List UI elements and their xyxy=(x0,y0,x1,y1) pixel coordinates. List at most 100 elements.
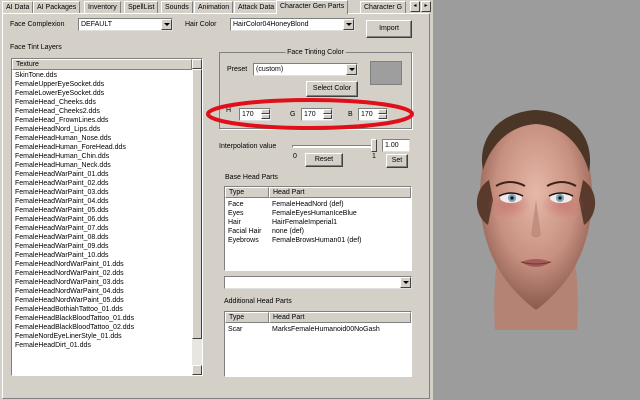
face-complexion-label: Face Complexion xyxy=(10,21,65,28)
texture-list-item[interactable]: SkinTone.dds xyxy=(12,71,192,80)
head-part-name-cell[interactable]: MarksFemaleHumanoid00NoGash xyxy=(272,325,410,334)
head-part-type-cell[interactable]: Scar xyxy=(228,325,268,334)
tab-character-gen-parts[interactable]: Character Gen Parts xyxy=(276,0,349,14)
arrow-left-icon: ◂ xyxy=(413,3,417,9)
head-part-name-cell[interactable]: FemaleEyesHumanIceBlue xyxy=(272,209,410,218)
face-tinting-color-title: Face Tinting Color xyxy=(285,48,346,57)
hair-color-value: HairColor04HoneyBlond xyxy=(233,21,309,28)
tab-scroll-left-button[interactable]: ◂ xyxy=(410,1,420,12)
face-tint-layers-scrollbar[interactable] xyxy=(192,59,202,375)
head-part-select[interactable] xyxy=(224,276,412,289)
head-part-column-header[interactable]: Head Part xyxy=(269,187,411,198)
tab-bar: AI Data AI Packages Inventory SpellList … xyxy=(0,0,432,14)
chevron-down-icon xyxy=(400,277,411,288)
tab-character-g[interactable]: Character G xyxy=(360,1,407,13)
head-part-type-cell[interactable]: Face xyxy=(228,200,268,209)
hair-color-select[interactable]: HairColor04HoneyBlond xyxy=(230,18,355,31)
face-tint-layers-list[interactable]: Texture SkinTone.dds FemaleUpperEyeSocket… xyxy=(11,58,203,376)
texture-list-item[interactable]: FemaleHeadWarPaint_01.dds xyxy=(12,170,192,179)
head-part-name-cell[interactable]: none (def) xyxy=(272,227,410,236)
texture-column-header[interactable]: Texture xyxy=(12,59,192,70)
texture-list-item[interactable]: FemaleHeadWarPaint_05.dds xyxy=(12,206,192,215)
texture-list-item[interactable]: FemaleNordEyeLinerStyle_01.dds xyxy=(12,332,192,341)
tab-attack-data[interactable]: Attack Data xyxy=(234,1,279,13)
slider-min-label: 0 xyxy=(293,153,297,160)
texture-list-item[interactable]: FemaleHeadHuman_Neck.dds xyxy=(12,161,192,170)
scroll-thumb[interactable] xyxy=(192,69,202,339)
interpolation-value-field[interactable]: 1.00 xyxy=(382,139,410,152)
highlight-ellipse xyxy=(206,98,414,130)
texture-list-item[interactable]: FemaleHeadBothiahTattoo_01.dds xyxy=(12,305,192,314)
interpolation-value: 1.00 xyxy=(385,142,399,149)
texture-list-item[interactable]: FemaleHeadWarPaint_09.dds xyxy=(12,242,192,251)
head-part-type-cell[interactable]: Hair xyxy=(228,218,268,227)
tab-ai-data[interactable]: AI Data xyxy=(2,1,34,13)
set-button[interactable]: Set xyxy=(386,154,408,168)
texture-list-item[interactable]: FemaleHead_Cheeks.dds xyxy=(12,98,192,107)
texture-list-item[interactable]: FemaleHeadNordWarPaint_01.dds xyxy=(12,260,192,269)
interpolation-slider-thumb[interactable] xyxy=(371,139,377,152)
texture-list-item[interactable]: FemaleHeadNordWarPaint_05.dds xyxy=(12,296,192,305)
import-button[interactable]: Import xyxy=(366,20,412,38)
texture-list-item[interactable]: FemaleHeadBlackBloodTattoo_02.dds xyxy=(12,323,192,332)
texture-list-item[interactable]: FemaleHeadNordWarPaint_03.dds xyxy=(12,278,192,287)
texture-list-item[interactable]: FemaleHeadWarPaint_06.dds xyxy=(12,215,192,224)
face-complexion-select[interactable]: DEFAULT xyxy=(78,18,173,31)
head-part-column-header[interactable]: Head Part xyxy=(269,312,411,323)
texture-list-item[interactable]: FemaleHeadNordWarPaint_04.dds xyxy=(12,287,192,296)
texture-list-item[interactable]: FemaleHeadWarPaint_04.dds xyxy=(12,197,192,206)
texture-rows: SkinTone.dds FemaleUpperEyeSocket.dds Fema… xyxy=(12,71,192,350)
reset-button[interactable]: Reset xyxy=(305,153,343,167)
texture-list-item[interactable]: FemaleHead_FrownLines.dds xyxy=(12,116,192,125)
tab-ai-packages[interactable]: AI Packages xyxy=(33,1,81,13)
texture-list-item[interactable]: FemaleHeadHuman_Chin.dds xyxy=(12,152,192,161)
type-column-header[interactable]: Type xyxy=(225,312,269,323)
scroll-down-button[interactable] xyxy=(192,365,202,375)
tab-spelllist[interactable]: SpellList xyxy=(124,1,159,13)
chevron-down-icon xyxy=(343,19,354,30)
head-part-name-cell[interactable]: FemaleHeadNord (def) xyxy=(272,200,410,209)
preset-value: (custom) xyxy=(256,66,284,73)
texture-list-item[interactable]: FemaleHeadHuman_Nose.dds xyxy=(12,134,192,143)
face-complexion-value: DEFAULT xyxy=(81,21,112,28)
texture-list-item[interactable]: FemaleHeadWarPaint_07.dds xyxy=(12,224,192,233)
face-tint-layers-label: Face Tint Layers xyxy=(10,44,62,51)
head-part-type-cell[interactable]: Eyebrows xyxy=(228,236,268,245)
head-part-name-cell[interactable]: HairFemaleImperial1 xyxy=(272,218,410,227)
scroll-up-button[interactable] xyxy=(192,59,202,69)
head-part-name-cell[interactable]: FemaleBrowsHuman01 (def) xyxy=(272,236,410,245)
base-head-parts-label: Base Head Parts xyxy=(225,174,278,181)
interpolation-slider-track[interactable] xyxy=(292,145,376,148)
tab-animation[interactable]: Animation xyxy=(194,1,234,13)
head-part-type-cell[interactable]: Facial Hair xyxy=(228,227,268,236)
texture-list-item[interactable]: FemaleUpperEyeSocket.dds xyxy=(12,80,192,89)
texture-list-item[interactable]: FemaleHeadHuman_ForeHead.dds xyxy=(12,143,192,152)
chevron-down-icon xyxy=(346,64,357,75)
texture-list-item[interactable]: FemaleHeadWarPaint_03.dds xyxy=(12,188,192,197)
texture-list-item[interactable]: FemaleHeadNordWarPaint_02.dds xyxy=(12,269,192,278)
type-column-header[interactable]: Type xyxy=(225,187,269,198)
tab-inventory[interactable]: Inventory xyxy=(84,1,121,13)
additional-head-parts-table[interactable]: Type Head Part Scar MarksFemaleHumanoid00… xyxy=(224,311,412,377)
texture-list-item[interactable]: FemaleHeadBlackBloodTattoo_01.dds xyxy=(12,314,192,323)
preset-select[interactable]: (custom) xyxy=(253,63,358,76)
texture-list-item[interactable]: FemaleHeadWarPaint_08.dds xyxy=(12,233,192,242)
interpolation-label: Interpolation value xyxy=(219,143,277,150)
additional-head-parts-label: Additional Head Parts xyxy=(224,298,292,305)
head-part-type-cell[interactable]: Eyes xyxy=(228,209,268,218)
texture-list-item[interactable]: FemaleHeadWarPaint_10.dds xyxy=(12,251,192,260)
head-preview-render xyxy=(476,110,596,330)
head-preview-viewport[interactable] xyxy=(433,0,640,400)
texture-list-item[interactable]: FemaleHead_Cheeks2.dds xyxy=(12,107,192,116)
tab-scroll-right-button[interactable]: ▸ xyxy=(421,1,431,12)
texture-list-item[interactable]: FemaleHeadNord_Lips.dds xyxy=(12,125,192,134)
tab-sounds[interactable]: Sounds xyxy=(161,1,193,13)
base-head-parts-table[interactable]: Type Head Part Face FemaleHeadNord (def) E… xyxy=(224,186,412,271)
tint-color-swatch[interactable] xyxy=(370,61,402,85)
select-color-button[interactable]: Select Color xyxy=(306,81,358,97)
slider-max-label: 1 xyxy=(372,153,376,160)
texture-list-item[interactable]: FemaleLowerEyeSocket.dds xyxy=(12,89,192,98)
texture-list-item[interactable]: FemaleHeadWarPaint_02.dds xyxy=(12,179,192,188)
texture-list-item[interactable]: FemaleHeadDirt_01.dds xyxy=(12,341,192,350)
hair-color-label: Hair Color xyxy=(185,21,217,28)
